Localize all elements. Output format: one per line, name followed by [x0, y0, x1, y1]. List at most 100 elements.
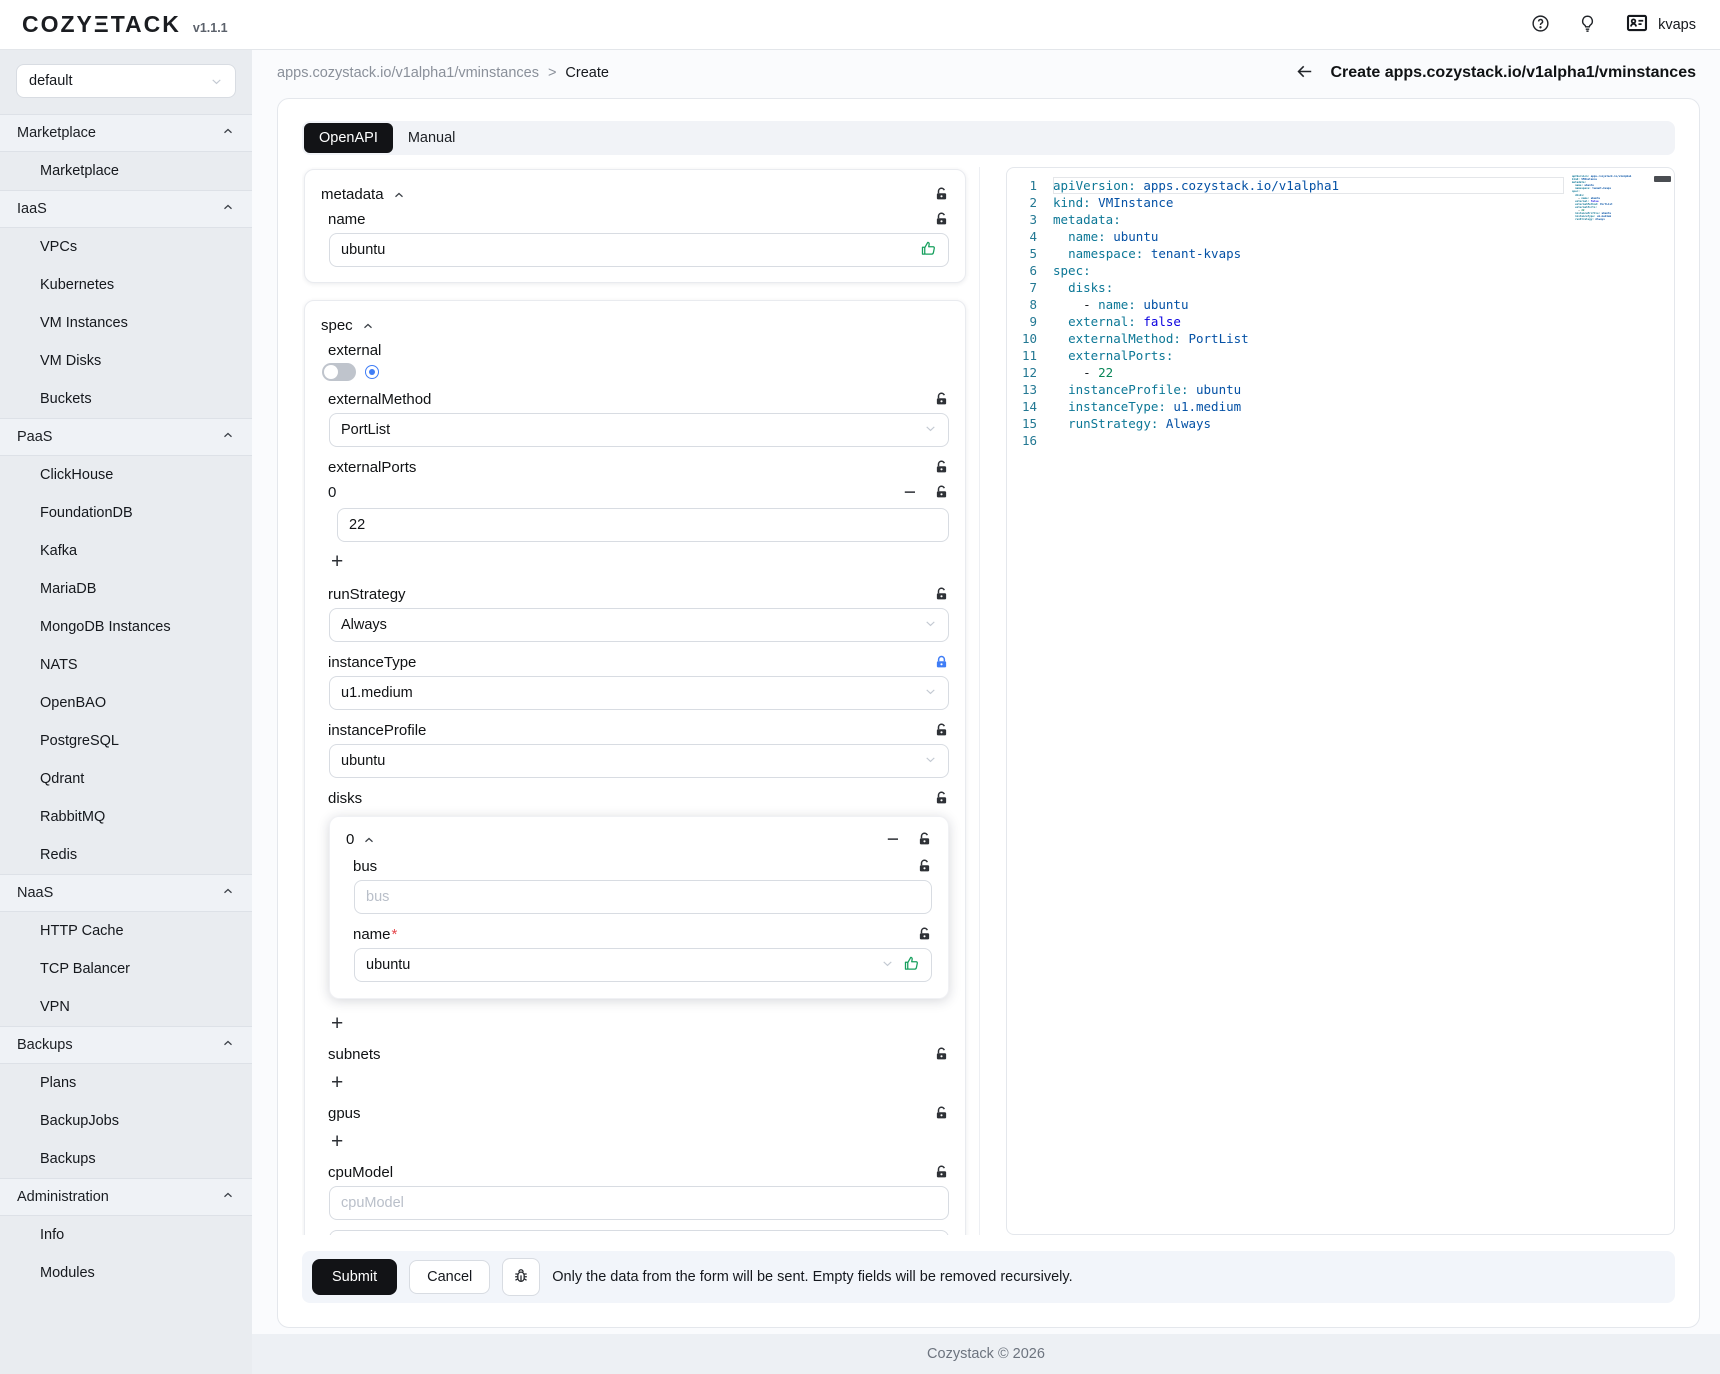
instanceProfile-label-row: instanceProfile — [321, 722, 949, 739]
group-label: PaaS — [17, 429, 52, 445]
sidebar-group-marketplace[interactable]: Marketplace — [0, 114, 252, 152]
unlock-icon[interactable] — [917, 832, 932, 847]
metadata-header[interactable]: metadata — [321, 186, 949, 203]
disks-item-header[interactable]: 0 − — [346, 829, 932, 850]
instanceType-select[interactable]: u1.medium — [329, 676, 949, 710]
sidebar-item-vpcs[interactable]: VPCs — [0, 228, 252, 266]
sidebar-item-plans[interactable]: Plans — [0, 1064, 252, 1102]
sidebar-item-openbao[interactable]: OpenBAO — [0, 684, 252, 722]
sidebar-item-postgresql[interactable]: PostgreSQL — [0, 722, 252, 760]
chevron-down-icon — [924, 685, 937, 702]
unlock-icon[interactable] — [934, 1165, 949, 1180]
sidebar-item-kafka[interactable]: Kafka — [0, 532, 252, 570]
sidebar-item-modules[interactable]: Modules — [0, 1254, 252, 1292]
instanceProfile-select[interactable]: ubuntu — [329, 744, 949, 778]
sidebar-item-vm-disks[interactable]: VM Disks — [0, 342, 252, 380]
chevron-down-icon — [924, 422, 937, 439]
tab-manual[interactable]: Manual — [393, 123, 471, 153]
chevron-up-icon — [222, 1037, 234, 1053]
sidebar-group-administration[interactable]: Administration — [0, 1178, 252, 1216]
sidebar-item-foundationdb[interactable]: FoundationDB — [0, 494, 252, 532]
externalMethod-select[interactable]: PortList — [329, 413, 949, 447]
sidebar-item-mariadb[interactable]: MariaDB — [0, 570, 252, 608]
metadata-name-input[interactable] — [341, 242, 920, 258]
metadata-section: metadata name — [304, 169, 966, 283]
chevron-up-icon — [222, 1189, 234, 1205]
tab-openapi[interactable]: OpenAPI — [304, 123, 393, 153]
lock-icon[interactable] — [934, 655, 949, 670]
sidebar-item-rabbitmq[interactable]: RabbitMQ — [0, 798, 252, 836]
code-line-11: 11 externalPorts: — [1007, 347, 1674, 364]
sidebar-item-kubernetes[interactable]: Kubernetes — [0, 266, 252, 304]
scrollbar-thumb[interactable] — [1654, 176, 1671, 182]
radio-selected-icon[interactable] — [365, 365, 379, 379]
top-bar: COZYΞTACK v1.1.1 kvaps — [0, 0, 1720, 50]
field-label: disks — [328, 790, 362, 807]
sidebar-item-tcp-balancer[interactable]: TCP Balancer — [0, 950, 252, 988]
yaml-editor[interactable]: 1apiVersion: apps.cozystack.io/v1alpha12… — [1006, 167, 1675, 1235]
externalPorts-0-input[interactable] — [349, 517, 937, 533]
project-select-value: default — [29, 73, 73, 89]
sidebar-item-backups[interactable]: Backups — [0, 1140, 252, 1178]
gpus-label-row: gpus — [321, 1105, 949, 1122]
sidebar-item-qdrant[interactable]: Qdrant — [0, 760, 252, 798]
spec-header[interactable]: spec — [321, 317, 949, 334]
unlock-icon[interactable] — [917, 927, 932, 942]
submit-button[interactable]: Submit — [312, 1259, 397, 1295]
sidebar-item-marketplace[interactable]: Marketplace — [0, 152, 252, 190]
unlock-icon[interactable] — [934, 212, 949, 227]
unlock-icon[interactable] — [934, 587, 949, 602]
sidebar-item-info[interactable]: Info — [0, 1216, 252, 1254]
unlock-icon[interactable] — [934, 485, 949, 500]
clipped-input — [329, 1230, 949, 1235]
unlock-icon[interactable] — [934, 1047, 949, 1062]
code-line-13: 13 instanceProfile: ubuntu — [1007, 381, 1674, 398]
chevron-down-icon — [924, 753, 937, 770]
external-toggle[interactable] — [322, 363, 356, 381]
unlock-icon[interactable] — [934, 460, 949, 475]
runStrategy-select[interactable]: Always — [329, 608, 949, 642]
unlock-icon[interactable] — [934, 791, 949, 806]
unlock-icon[interactable] — [934, 723, 949, 738]
unlock-icon[interactable] — [934, 392, 949, 407]
unlock-icon[interactable] — [917, 859, 932, 874]
disk-name-select[interactable]: ubuntu — [354, 948, 932, 982]
sidebar-item-backupjobs[interactable]: BackupJobs — [0, 1102, 252, 1140]
sidebar-item-nats[interactable]: NATS — [0, 646, 252, 684]
debug-button[interactable] — [502, 1258, 540, 1296]
unlock-icon[interactable] — [934, 1106, 949, 1121]
cancel-button[interactable]: Cancel — [409, 1260, 490, 1294]
remove-item-button[interactable]: − — [885, 829, 901, 850]
cpuModel-input[interactable] — [341, 1195, 937, 1211]
remove-item-button[interactable]: − — [902, 482, 918, 503]
sidebar-item-clickhouse[interactable]: ClickHouse — [0, 456, 252, 494]
sidebar-item-mongodb-instances[interactable]: MongoDB Instances — [0, 608, 252, 646]
sidebar-item-http-cache[interactable]: HTTP Cache — [0, 912, 252, 950]
sidebar-group-paas[interactable]: PaaS — [0, 418, 252, 456]
field-label: subnets — [328, 1046, 381, 1063]
gpus-add-row: + — [329, 1131, 949, 1152]
sidebar-item-redis[interactable]: Redis — [0, 836, 252, 874]
theme-toggle-button[interactable] — [1578, 14, 1597, 36]
project-select[interactable]: default — [16, 64, 236, 98]
add-item-button[interactable]: + — [329, 1013, 345, 1034]
add-item-button[interactable]: + — [329, 1072, 345, 1093]
help-button[interactable] — [1531, 14, 1550, 36]
add-item-button[interactable]: + — [329, 1131, 345, 1152]
user-menu[interactable]: kvaps — [1625, 12, 1696, 38]
cozystack-logo: COZYΞTACK — [22, 11, 181, 38]
sidebar-item-vm-instances[interactable]: VM Instances — [0, 304, 252, 342]
breadcrumb-path[interactable]: apps.cozystack.io/v1alpha1/vminstances — [277, 65, 539, 81]
sidebar-group-backups[interactable]: Backups — [0, 1026, 252, 1064]
code-line-9: 9 external: false — [1007, 313, 1674, 330]
unlock-icon[interactable] — [934, 187, 949, 202]
question-circle-icon — [1531, 14, 1550, 36]
sidebar-item-vpn[interactable]: VPN — [0, 988, 252, 1026]
sidebar-group-naas[interactable]: NaaS — [0, 874, 252, 912]
sidebar-group-iaas[interactable]: IaaS — [0, 190, 252, 228]
code-line-4: 4 name: ubuntu — [1007, 228, 1674, 245]
bus-input[interactable] — [366, 889, 920, 905]
back-button[interactable] — [1295, 62, 1314, 84]
add-item-button[interactable]: + — [329, 551, 345, 572]
sidebar-item-buckets[interactable]: Buckets — [0, 380, 252, 418]
